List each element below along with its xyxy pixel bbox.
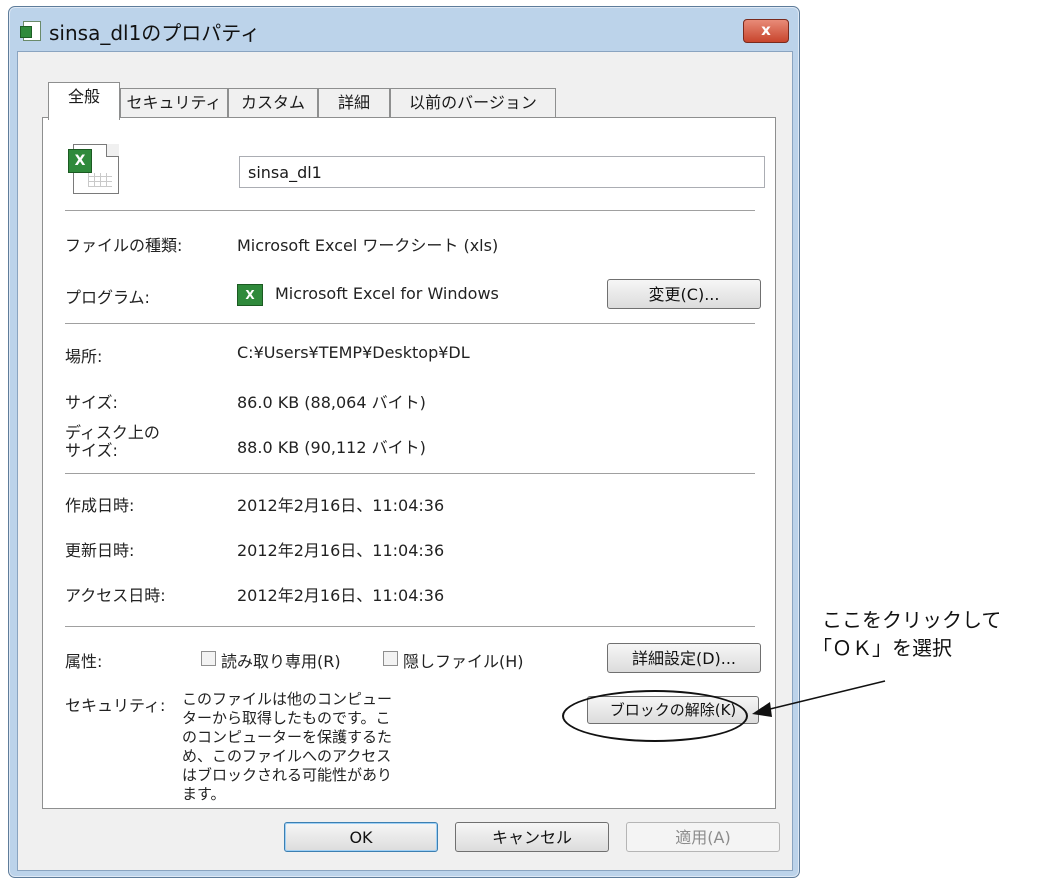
annotation-note: ここをクリックして 「ＯＫ」を選択 bbox=[812, 606, 1001, 662]
tab-general[interactable]: 全般 bbox=[48, 82, 120, 120]
annotation-line-1: ここをクリックして bbox=[822, 608, 1002, 632]
annotation-line-2: 「ＯＫ」を選択 bbox=[812, 636, 952, 660]
annotation-arrow-icon bbox=[752, 680, 886, 717]
